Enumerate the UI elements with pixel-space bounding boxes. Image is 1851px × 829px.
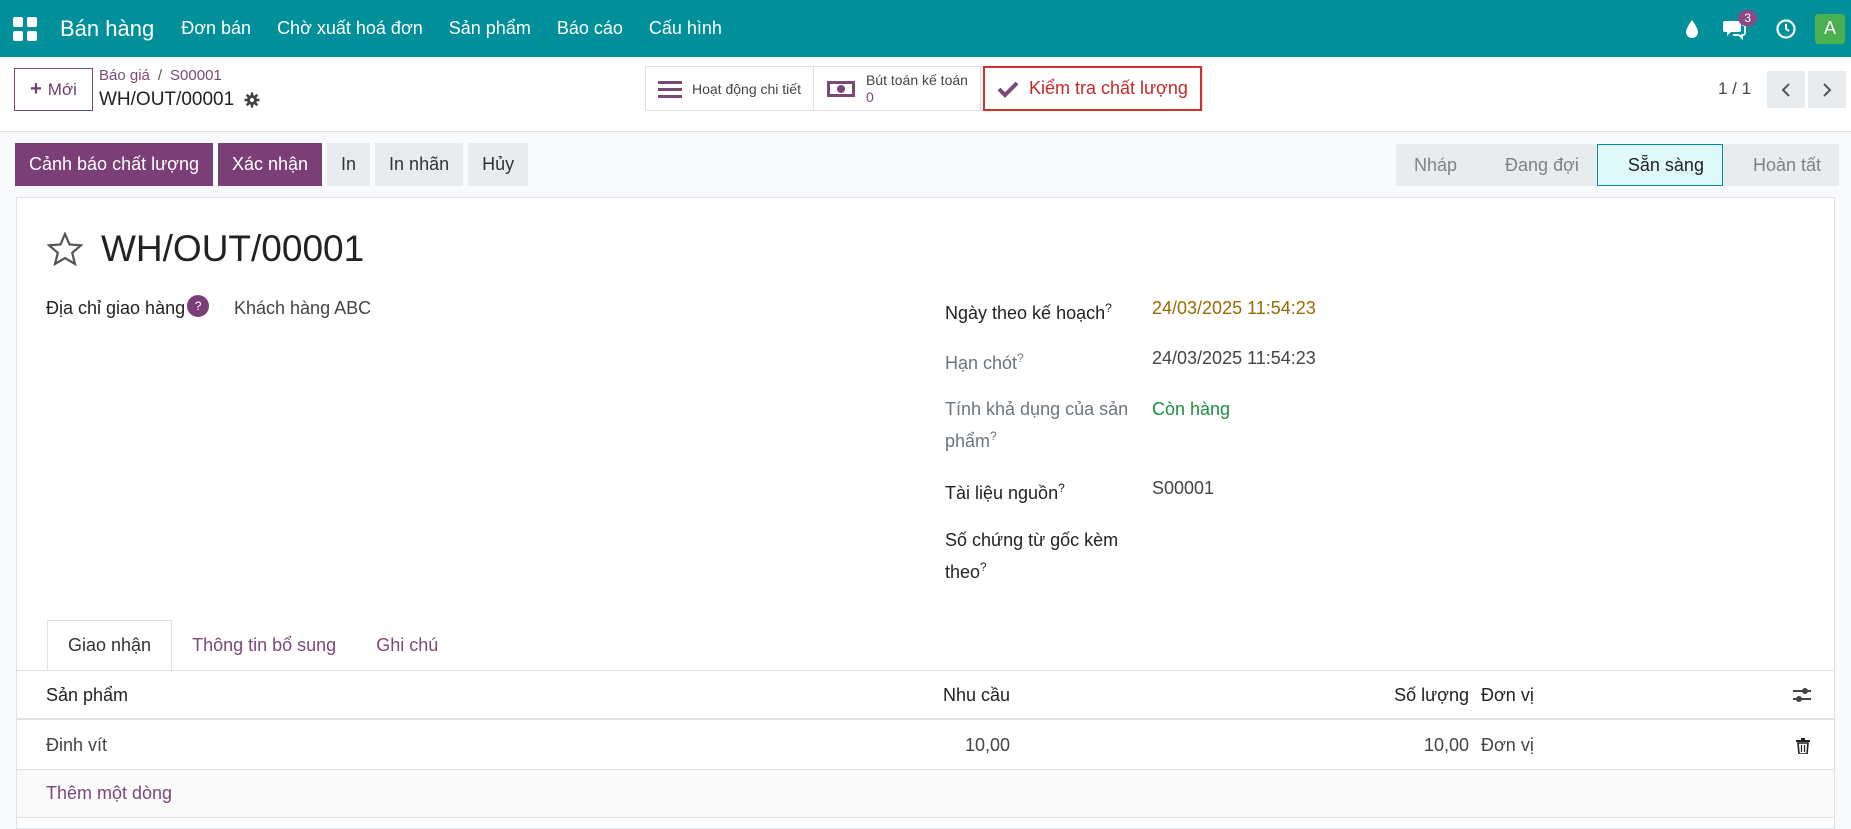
- row-uom[interactable]: Đơn vị: [1481, 722, 1534, 769]
- detailed-operations-label: Hoạt động chi tiết: [692, 80, 801, 97]
- new-button-label: Mới: [47, 79, 77, 99]
- print-labels-button[interactable]: In nhãn: [375, 143, 464, 186]
- user-avatar[interactable]: A: [1815, 13, 1845, 44]
- tab-divider: [17, 670, 1834, 671]
- journal-entries-label: Bút toán kế toán: [865, 71, 968, 88]
- col-demand[interactable]: Nhu cầu: [717, 672, 1010, 718]
- table-row[interactable]: Đinh vít 10,00 10,00 Đơn vị: [17, 722, 1834, 770]
- title-row: WH/OUT/00001: [47, 228, 364, 270]
- breadcrumb: Báo giá / S00001: [99, 67, 222, 84]
- chevron-right-icon: [1823, 82, 1832, 97]
- record-name-text: WH/OUT/00001: [99, 89, 235, 110]
- breadcrumb-separator: /: [157, 67, 163, 84]
- menu-orders[interactable]: Đơn bán: [168, 18, 264, 39]
- list-icon: [658, 80, 682, 98]
- new-button[interactable]: + Mới: [14, 68, 93, 111]
- menu-reporting[interactable]: Báo cáo: [544, 18, 636, 39]
- record-name: WH/OUT/00001: [99, 89, 260, 111]
- source-document-value[interactable]: S00001: [1152, 475, 1214, 502]
- source-document-label: Tài liệu nguồn?: [945, 481, 1065, 503]
- col-uom[interactable]: Đơn vị: [1481, 672, 1534, 718]
- app-brand[interactable]: Bán hàng: [60, 16, 154, 42]
- deadline-value: 24/03/2025 11:54:23: [1152, 348, 1316, 368]
- star-icon[interactable]: [47, 232, 83, 266]
- menu-configuration[interactable]: Cấu hình: [636, 18, 735, 39]
- main-menu: Đơn bán Chờ xuất hoá đơn Sản phẩm Báo cá…: [168, 18, 735, 39]
- trash-icon[interactable]: [1796, 722, 1810, 769]
- help-icon[interactable]: ?: [187, 295, 210, 317]
- availability-value: Còn hàng: [1152, 399, 1231, 419]
- plus-icon: +: [30, 78, 42, 100]
- tab-operations[interactable]: Giao nhận: [47, 620, 173, 671]
- tab-note[interactable]: Ghi chú: [356, 620, 458, 671]
- table-header: Sản phẩm Nhu cầu Số lượng Đơn vị: [17, 672, 1834, 720]
- stage-done[interactable]: Hoàn tất: [1722, 144, 1839, 186]
- money-icon: [826, 80, 855, 97]
- form-sheet: WH/OUT/00001 Địa chỉ giao hàng? Khách hà…: [16, 197, 1835, 829]
- pager-next[interactable]: [1808, 71, 1846, 108]
- cancel-button[interactable]: Hủy: [468, 143, 529, 186]
- stage-ready[interactable]: Sẵn sàng: [1596, 144, 1723, 186]
- row-demand[interactable]: 10,00: [717, 722, 1010, 769]
- add-line-row: Thêm một dòng: [17, 770, 1834, 818]
- print-button[interactable]: In: [327, 143, 371, 186]
- chat-icon[interactable]: 3: [1719, 9, 1757, 44]
- pager-previous[interactable]: [1767, 71, 1805, 108]
- top-navbar: Bán hàng Đơn bán Chờ xuất hoá đơn Sản ph…: [0, 0, 1851, 57]
- apps-menu-icon[interactable]: [13, 16, 37, 41]
- picking-title: WH/OUT/00001: [101, 228, 365, 269]
- col-product[interactable]: Sản phẩm: [46, 672, 128, 718]
- row-quantity[interactable]: 10,00: [1217, 722, 1469, 769]
- quality-check-label: Kiểm tra chất lượng: [1028, 78, 1188, 98]
- optional-columns-icon[interactable]: [1792, 672, 1812, 718]
- col-quantity[interactable]: Số lượng: [1217, 672, 1469, 718]
- control-panel: + Mới Báo giá / S00001 WH/OUT/00001 Hoạt đ…: [0, 57, 1851, 132]
- detailed-operations-button[interactable]: Hoạt động chi tiết: [646, 67, 814, 110]
- clock-icon[interactable]: [1771, 14, 1801, 44]
- add-line-link[interactable]: Thêm một dòng: [46, 770, 172, 817]
- chat-count-badge: 3: [1738, 9, 1757, 26]
- status-bar: Nháp Đang đợi Sẵn sàng Hoàn tất: [1396, 144, 1839, 186]
- gear-icon[interactable]: [244, 92, 260, 108]
- chevron-left-icon: [1781, 82, 1790, 97]
- scheduled-date-value[interactable]: 24/03/2025 11:54:23: [1152, 295, 1316, 322]
- check-icon: [997, 81, 1019, 98]
- quality-alert-button[interactable]: Cảnh báo chất lượng: [15, 143, 213, 186]
- stage-draft[interactable]: Nháp: [1396, 144, 1476, 186]
- drop-icon[interactable]: [1677, 14, 1707, 44]
- quality-check-button[interactable]: Kiểm tra chất lượng: [982, 66, 1202, 111]
- breadcrumb-quotations[interactable]: Báo giá: [99, 67, 150, 84]
- tab-additional-info[interactable]: Thông tin bổ sung: [172, 620, 356, 671]
- row-product[interactable]: Đinh vít: [46, 722, 107, 769]
- origin-document-label: Số chứng từ gốc kèm theo?: [945, 530, 1119, 582]
- journal-entries-button[interactable]: Bút toán kế toán 0: [814, 67, 981, 110]
- availability-label: Tính khả dụng của sản phẩm?: [945, 399, 1129, 451]
- deadline-label: Hạn chót?: [945, 351, 1024, 373]
- notebook-tabs: Giao nhận Thông tin bổ sung Ghi chú: [47, 620, 458, 671]
- smart-buttons: Hoạt động chi tiết Bút toán kế toán 0 Ki…: [645, 66, 1203, 111]
- systray: 3 A: [1665, 0, 1851, 57]
- stage-waiting[interactable]: Đang đợi: [1475, 144, 1597, 186]
- form-actions: Cảnh báo chất lượng Xác nhận In In nhãn …: [15, 143, 529, 186]
- delivery-address-value[interactable]: Khách hàng ABC: [234, 295, 371, 322]
- journal-entries-count: 0: [865, 88, 874, 105]
- breadcrumb-order[interactable]: S00001: [170, 67, 222, 84]
- pager-value[interactable]: 1 / 1: [1718, 79, 1751, 99]
- menu-to-invoice[interactable]: Chờ xuất hoá đơn: [264, 18, 436, 39]
- delivery-address-label: Địa chỉ giao hàng?: [46, 295, 210, 322]
- validate-button[interactable]: Xác nhận: [217, 143, 323, 186]
- scheduled-date-label: Ngày theo kế hoạch?: [945, 301, 1112, 323]
- menu-products[interactable]: Sản phẩm: [436, 18, 544, 39]
